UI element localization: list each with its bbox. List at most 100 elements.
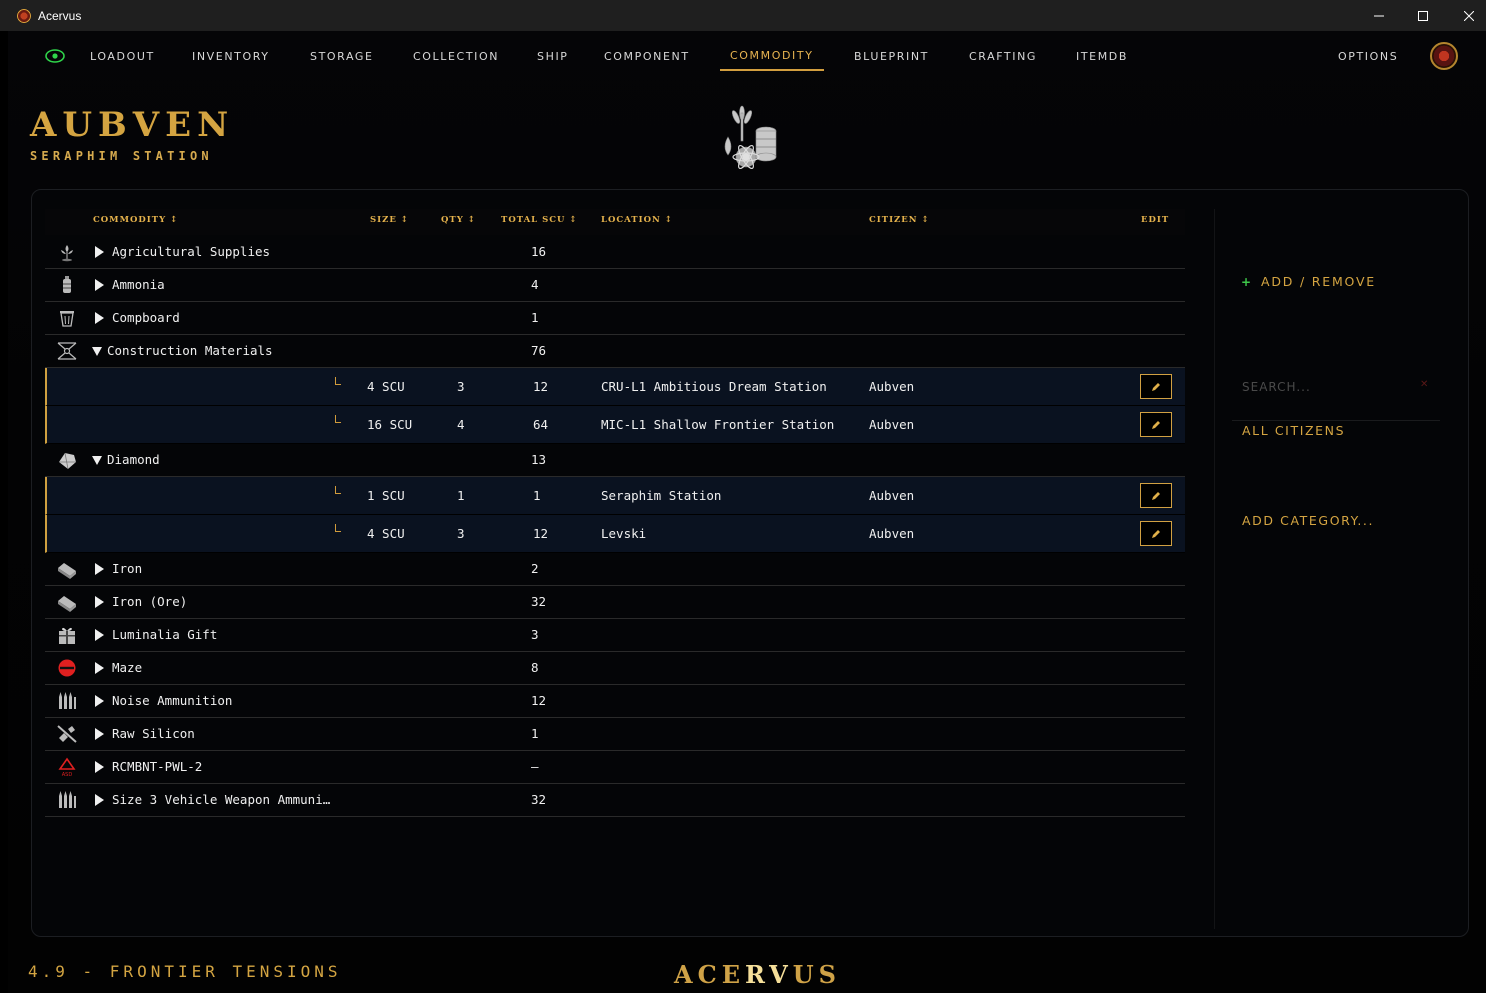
commodity-row[interactable]: Noise Ammunition 12 — [45, 685, 1185, 718]
all-citizens-filter[interactable]: ALL CITIZENS — [1242, 423, 1345, 438]
total-scu: 13 — [531, 452, 547, 467]
lattice-icon — [56, 341, 78, 361]
station-subtitle: SERAPHIM STATION — [30, 149, 213, 163]
add-remove-button[interactable]: ADD / REMOVE — [1261, 274, 1376, 289]
commodity-row[interactable]: Diamond 13 — [45, 444, 1185, 477]
commodity-row[interactable]: Maze 8 — [45, 652, 1185, 685]
pencil-icon — [1152, 491, 1160, 500]
commodity-name: Size 3 Vehicle Weapon Ammuni… — [112, 792, 331, 807]
storage-entry-row[interactable]: 1 SCU 1 1 Seraphim Station Aubven — [45, 477, 1185, 515]
minimize-button[interactable] — [1356, 0, 1402, 31]
col-citizen[interactable]: CITIZEN ↕ — [869, 215, 930, 225]
expand-caret-icon[interactable] — [95, 629, 104, 641]
entry-citizen: Aubven — [869, 526, 915, 541]
plant-icon — [56, 242, 78, 262]
total-scu: 1 — [531, 310, 539, 325]
commodity-row[interactable]: Raw Silicon 1 — [45, 718, 1185, 751]
expand-caret-icon[interactable] — [95, 312, 104, 324]
maximize-icon — [1418, 10, 1428, 21]
col-qty[interactable]: QTY ↕ — [441, 215, 476, 225]
user-avatar[interactable] — [1430, 42, 1458, 70]
storage-entry-row[interactable]: 16 SCU 4 64 MIC-L1 Shallow Frontier Station… — [45, 406, 1185, 444]
nav-options[interactable]: OPTIONS — [1338, 50, 1398, 72]
col-commodity[interactable]: COMMODITY ↕ — [93, 215, 178, 225]
tree-branch-icon — [335, 377, 341, 385]
entry-size: 4 SCU — [367, 379, 405, 394]
entry-location: Seraphim Station — [601, 488, 722, 503]
add-category-button[interactable]: ADD CATEGORY... — [1242, 513, 1374, 528]
edit-button[interactable] — [1140, 483, 1172, 508]
entry-qty: 3 — [457, 526, 465, 541]
eye-icon[interactable] — [45, 49, 65, 63]
commodity-row[interactable]: Luminalia Gift 3 — [45, 619, 1185, 652]
nav-component[interactable]: COMPONENT — [604, 50, 690, 72]
commodity-row[interactable]: Construction Materials 76 — [45, 335, 1185, 368]
col-location[interactable]: LOCATION ↕ — [601, 215, 673, 225]
commodity-name: Diamond — [107, 452, 160, 467]
nav-inventory[interactable]: INVENTORY — [192, 50, 270, 72]
collapse-caret-icon[interactable] — [92, 347, 102, 356]
commodity-name: Maze — [112, 660, 143, 675]
commodity-row[interactable]: Iron 2 — [45, 553, 1185, 586]
commodity-name: Raw Silicon — [112, 726, 195, 741]
nav-ship[interactable]: SHIP — [537, 50, 569, 72]
nav-crafting[interactable]: CRAFTING — [969, 50, 1037, 72]
entry-citizen: Aubven — [869, 379, 915, 394]
edit-button[interactable] — [1140, 374, 1172, 399]
commodity-row[interactable]: Ammonia 4 — [45, 269, 1185, 302]
commodity-name: Luminalia Gift — [112, 627, 218, 642]
commodity-row[interactable]: Size 3 Vehicle Weapon Ammuni… 32 — [45, 784, 1185, 817]
pencil-icon — [1152, 420, 1160, 429]
commodity-row[interactable]: Compboard 1 — [45, 302, 1185, 335]
commodity-row[interactable]: Iron (Ore) 32 — [45, 586, 1185, 619]
entry-total-scu: 1 — [533, 488, 541, 503]
brand-wordmark: ACERVUS — [674, 960, 841, 989]
clear-search-icon[interactable]: ✕ — [1420, 379, 1428, 390]
nav-blueprint[interactable]: BLUEPRINT — [854, 50, 929, 72]
commodity-row[interactable]: ASD RCMBNT-PWL-2 – — [45, 751, 1185, 784]
close-button[interactable] — [1446, 0, 1486, 31]
expand-caret-icon[interactable] — [95, 596, 104, 608]
nav-collection[interactable]: COLLECTION — [413, 50, 499, 72]
silicon-icon — [56, 724, 78, 744]
sidebar-divider — [1214, 209, 1215, 929]
col-total-scu[interactable]: TOTAL SCU ↕ — [501, 215, 578, 225]
storage-entry-row[interactable]: 4 SCU 3 12 Levski Aubven — [45, 515, 1185, 553]
total-scu: 32 — [531, 594, 547, 609]
collapse-caret-icon[interactable] — [92, 456, 102, 465]
pencil-icon — [1152, 529, 1160, 538]
edit-button[interactable] — [1140, 521, 1172, 546]
commodity-name: Agricultural Supplies — [112, 244, 271, 259]
expand-caret-icon[interactable] — [95, 246, 104, 258]
maximize-button[interactable] — [1400, 0, 1446, 31]
nav-itemdb[interactable]: ITEMDB — [1076, 50, 1128, 72]
expand-caret-icon[interactable] — [95, 563, 104, 575]
col-size[interactable]: SIZE ↕ — [370, 215, 409, 225]
total-scu: 2 — [531, 561, 539, 576]
expand-caret-icon[interactable] — [95, 761, 104, 773]
commodity-name: Construction Materials — [107, 343, 273, 358]
expand-caret-icon[interactable] — [95, 279, 104, 291]
ingot-icon — [56, 559, 78, 579]
nav-commodity[interactable]: COMMODITY — [720, 49, 824, 71]
commodity-row[interactable]: Agricultural Supplies 16 — [45, 236, 1185, 269]
nav-storage[interactable]: STORAGE — [310, 50, 374, 72]
nav-loadout[interactable]: LOADOUT — [90, 50, 155, 72]
entry-size: 16 SCU — [367, 417, 413, 432]
expand-caret-icon[interactable] — [95, 695, 104, 707]
commodity-name: RCMBNT-PWL-2 — [112, 759, 203, 774]
no-entry-icon — [56, 658, 78, 678]
expand-caret-icon[interactable] — [95, 794, 104, 806]
commodity-name: Ammonia — [112, 277, 165, 292]
entry-total-scu: 12 — [533, 379, 549, 394]
storage-entry-row[interactable]: 4 SCU 3 12 CRU-L1 Ambitious Dream Station Au… — [45, 368, 1185, 406]
expand-caret-icon[interactable] — [95, 662, 104, 674]
minimize-icon — [1374, 15, 1384, 16]
expand-caret-icon[interactable] — [95, 728, 104, 740]
edit-button[interactable] — [1140, 412, 1172, 437]
search-input[interactable] — [1242, 377, 1412, 397]
entry-size: 4 SCU — [367, 526, 405, 541]
entry-location: Levski — [601, 526, 647, 541]
bin-icon — [56, 308, 78, 328]
entry-total-scu: 64 — [533, 417, 549, 432]
